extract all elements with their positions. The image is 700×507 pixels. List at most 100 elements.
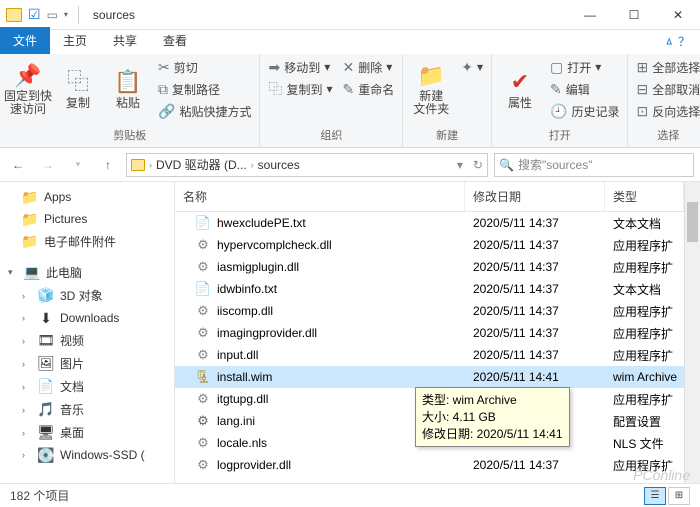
recent-dropdown[interactable]: ▾ <box>66 153 90 177</box>
tab-home[interactable]: 主页 <box>50 27 100 54</box>
file-row[interactable]: 📄idwbinfo.txt2020/5/11 14:37文本文档 <box>175 278 684 300</box>
selectall-button[interactable]: ⊞全部选择 <box>632 56 700 78</box>
file-icon: ⚙ <box>195 237 211 253</box>
folder-icon: 📁 <box>22 234 38 250</box>
sidebar-item[interactable]: ›🖼图片 <box>0 352 174 375</box>
sidebar-item[interactable]: ›📄文档 <box>0 375 174 398</box>
properties-button[interactable]: ✔属性 <box>496 56 544 124</box>
file-row[interactable]: ⚙logprovider.dll2020/5/11 14:37应用程序扩 <box>175 454 684 476</box>
file-list[interactable]: 名称 修改日期 类型 📄hwexcludePE.txt2020/5/11 14:… <box>175 182 684 483</box>
file-icon: ⚙ <box>195 325 211 341</box>
open-button[interactable]: ▢打开 ▾ <box>546 56 623 78</box>
breadcrumb[interactable]: ›DVD 驱动器 (D...›sources ▾ ↻ <box>126 153 488 177</box>
checkbox-icon[interactable]: ☑ <box>28 6 41 23</box>
copypath-button[interactable]: ⧉复制路径 <box>154 78 255 100</box>
col-name[interactable]: 名称 <box>175 182 465 211</box>
column-headers[interactable]: 名称 修改日期 类型 <box>175 182 684 212</box>
scrollbar[interactable] <box>684 182 700 483</box>
help-button[interactable]: ㅿ ？ <box>654 29 700 54</box>
group-select: 选择 <box>657 125 679 145</box>
history-button[interactable]: 🕘历史记录 <box>546 100 623 122</box>
sidebar-item[interactable]: ›🧊3D 对象 <box>0 284 174 307</box>
folder-icon: 📁 <box>22 211 38 227</box>
sidebar-item[interactable]: ›🎞视频 <box>0 329 174 352</box>
titlebar: ☑ ▭ ▾ sources — ☐ ✕ <box>0 0 700 30</box>
pasteshortcut-button[interactable]: 🔗粘贴快捷方式 <box>154 100 255 122</box>
doc-icon[interactable]: ▭ <box>47 8 58 22</box>
file-row[interactable]: ⚙imagingprovider.dll2020/5/11 14:37应用程序扩 <box>175 322 684 344</box>
file-icon: 📄 <box>195 215 211 231</box>
sidebar-item[interactable]: ›💽Windows-SSD ( <box>0 444 174 466</box>
folder-icon: 🎞 <box>38 333 54 349</box>
folder-icon: 💽 <box>38 447 54 463</box>
file-icon: ⚙ <box>195 347 211 363</box>
tab-share[interactable]: 共享 <box>100 27 150 54</box>
pin-button[interactable]: 📌固定到快 速访问 <box>4 56 52 124</box>
edit-button[interactable]: ✎编辑 <box>546 78 623 100</box>
forward-button[interactable]: → <box>36 153 60 177</box>
close-button[interactable]: ✕ <box>656 0 700 30</box>
pc-icon: 💻 <box>24 265 40 281</box>
delete-button[interactable]: ✕删除 ▾ <box>339 56 399 78</box>
file-icon: ⚙ <box>195 303 211 319</box>
file-icon: ⚙ <box>195 259 211 275</box>
maximize-button[interactable]: ☐ <box>612 0 656 30</box>
folder-icon: 🎵 <box>38 402 54 418</box>
sidebar-item[interactable]: ›🎵音乐 <box>0 398 174 421</box>
file-icon: 📄 <box>195 281 211 297</box>
file-row[interactable]: 📄hwexcludePE.txt2020/5/11 14:37文本文档 <box>175 212 684 234</box>
file-row[interactable]: ⚙iiscomp.dll2020/5/11 14:37应用程序扩 <box>175 300 684 322</box>
search-input[interactable]: 🔍 搜索"sources" <box>494 153 694 177</box>
folder-icon <box>6 8 22 22</box>
file-icon: 🗜 <box>195 369 211 385</box>
file-icon: ⚙ <box>195 435 211 451</box>
qat-dropdown[interactable]: ▾ <box>64 10 68 19</box>
invert-button[interactable]: ⊡反向选择 <box>632 100 700 122</box>
window-title: sources <box>89 8 135 22</box>
item-count: 182 个项目 <box>10 487 69 504</box>
copy-button[interactable]: ⿻复制 <box>54 56 102 124</box>
sidebar-item[interactable]: 📁电子邮件附件 <box>0 230 174 253</box>
ribbon: 📌固定到快 速访问 ⿻复制 📋粘贴 ✂剪切 ⧉复制路径 🔗粘贴快捷方式 剪贴板 … <box>0 54 700 148</box>
sidebar-thispc[interactable]: ▾💻此电脑 <box>0 261 174 284</box>
nav-pane[interactable]: 📁Apps📁Pictures📁电子邮件附件 ▾💻此电脑›🧊3D 对象›⬇Downl… <box>0 182 175 483</box>
col-type[interactable]: 类型 <box>605 182 684 211</box>
file-icon: ⚙ <box>195 457 211 473</box>
sidebar-item[interactable]: ›🖥桌面 <box>0 421 174 444</box>
view-large-icon[interactable]: ⊞ <box>668 487 690 505</box>
file-tooltip: 类型: wim Archive 大小: 4.11 GB 修改日期: 2020/5… <box>415 387 570 447</box>
up-button[interactable]: ↑ <box>96 153 120 177</box>
sidebar-item[interactable]: ›⬇Downloads <box>0 307 174 329</box>
sidebar-item[interactable]: 📁Apps <box>0 186 174 208</box>
col-date[interactable]: 修改日期 <box>465 182 605 211</box>
search-icon: 🔍 <box>499 158 514 172</box>
newfolder-button[interactable]: 📁新建 文件夹 <box>407 56 455 124</box>
tab-file[interactable]: 文件 <box>0 27 50 54</box>
folder-icon: 📁 <box>22 189 38 205</box>
file-row[interactable]: 🗜install.wim2020/5/11 14:41wim Archive <box>175 366 684 388</box>
folder-icon: 🖼 <box>38 356 54 372</box>
file-row[interactable]: ⚙hypervcomplcheck.dll2020/5/11 14:37应用程序… <box>175 234 684 256</box>
file-icon: ⚙ <box>195 391 211 407</box>
rename-button[interactable]: ✎重命名 <box>339 78 399 100</box>
cut-button[interactable]: ✂剪切 <box>154 56 255 78</box>
folder-icon: 🖥 <box>38 425 54 441</box>
paste-button[interactable]: 📋粘贴 <box>104 56 152 124</box>
sidebar-item[interactable]: 📁Pictures <box>0 208 174 230</box>
file-row[interactable]: ⚙iasmigplugin.dll2020/5/11 14:37应用程序扩 <box>175 256 684 278</box>
moveto-button[interactable]: ➡移动到 ▾ <box>264 56 336 78</box>
copyto-button[interactable]: ⿻复制到 ▾ <box>264 78 336 100</box>
folder-icon: ⬇ <box>38 310 54 326</box>
group-new: 新建 <box>436 125 458 145</box>
group-open: 打开 <box>549 125 571 145</box>
minimize-button[interactable]: — <box>568 0 612 30</box>
newitem-button[interactable]: ✦▾ <box>457 56 487 78</box>
status-bar: 182 个项目 ☰ ⊞ <box>0 483 700 507</box>
view-details-icon[interactable]: ☰ <box>644 487 666 505</box>
address-bar: ← → ▾ ↑ ›DVD 驱动器 (D...›sources ▾ ↻ 🔍 搜索"… <box>0 148 700 182</box>
file-row[interactable]: ⚙input.dll2020/5/11 14:37应用程序扩 <box>175 344 684 366</box>
back-button[interactable]: ← <box>6 153 30 177</box>
tab-view[interactable]: 查看 <box>150 27 200 54</box>
folder-icon: 🧊 <box>38 288 54 304</box>
selectnone-button[interactable]: ⊟全部取消 <box>632 78 700 100</box>
